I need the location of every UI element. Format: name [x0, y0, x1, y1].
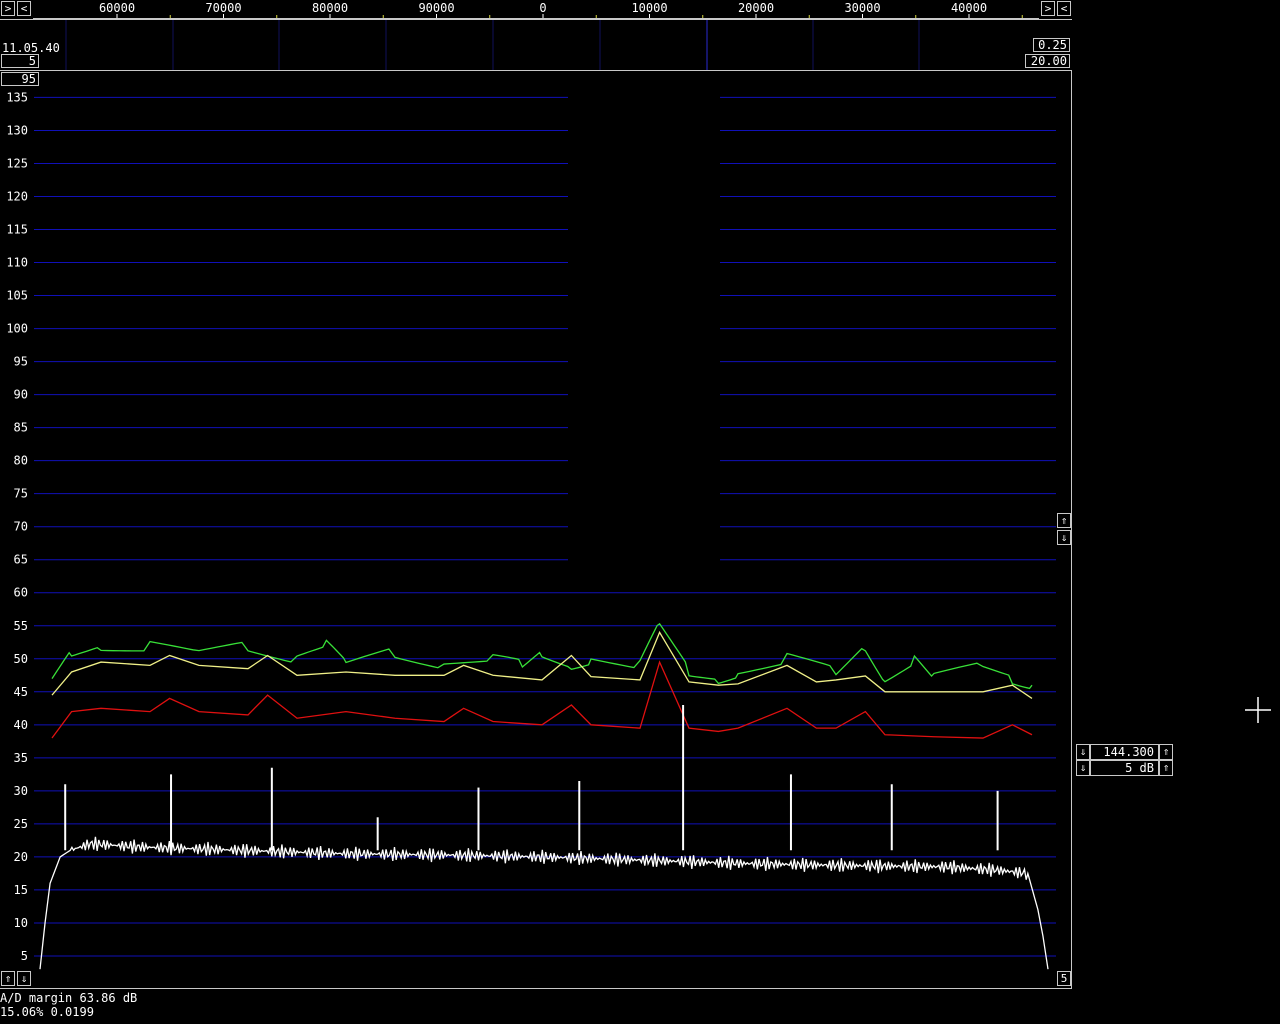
y-tick-label: 110	[6, 256, 28, 270]
frequency-scale[interactable]: 60000 70000 80000 90000 0 10000 20000 30000 4000…	[33, 0, 1039, 19]
y-tick-label: 70	[14, 520, 28, 534]
scroll-right-button-right[interactable]: >	[1041, 1, 1055, 16]
gain-down-button[interactable]: ⇓	[1076, 760, 1090, 776]
spectrum-top-value[interactable]: 95	[1, 72, 39, 86]
y-tick-label: 20	[14, 850, 28, 864]
spectrum-scale-down-button[interactable]: ⇓	[1057, 530, 1071, 545]
frequency-display[interactable]: 144.300	[1090, 744, 1159, 760]
y-tick-label: 115	[6, 223, 28, 237]
y-tick-label: 35	[14, 751, 28, 765]
scale-label: 20000	[738, 1, 774, 15]
scale-label: 60000	[99, 1, 135, 15]
y-tick-label: 50	[14, 652, 28, 666]
percent-status: 15.06% 0.0199	[0, 1005, 94, 1019]
scroll-left-button-right[interactable]: <	[1057, 1, 1071, 16]
gain-up-button[interactable]: ⇑	[1159, 760, 1173, 776]
spectrum-average-line	[51, 630, 1033, 699]
y-tick-label: 15	[14, 883, 28, 897]
waterfall-zero-value[interactable]: 20.00	[1025, 54, 1070, 68]
y-tick-label: 90	[14, 388, 28, 402]
y-tick-label: 40	[14, 718, 28, 732]
waterfall-gain-value[interactable]: 0.25	[1033, 38, 1070, 52]
y-tick-label: 85	[14, 421, 28, 435]
scale-label: 10000	[631, 1, 667, 15]
y-tick-label: 130	[6, 123, 28, 137]
scale-label: 0	[539, 1, 546, 15]
waterfall-area[interactable]: 11.05.40 5 0.25 20.00	[0, 20, 1072, 71]
scale-label: 40000	[951, 1, 987, 15]
gain-display[interactable]: 5 dB	[1090, 760, 1159, 776]
spectrum-min-line	[51, 660, 1033, 739]
y-tick-label: 30	[14, 784, 28, 798]
y-tick-label: 135	[6, 90, 28, 104]
y-tick-label: 45	[14, 685, 28, 699]
y-tick-label: 95	[14, 355, 28, 369]
spectrum-scale-up-button[interactable]: ⇑	[1057, 513, 1071, 528]
scroll-left-button-left[interactable]: <	[17, 1, 31, 16]
spectrum-avg-box[interactable]: 5	[1057, 971, 1071, 986]
top-scale-bar: > < > < 60000 70000 80000 90000 0 10000 20000 3…	[0, 0, 1072, 20]
y-tick-label: 10	[14, 916, 28, 930]
spectrum-panel[interactable]: 135 130 125 120 115 110 105 100 95 90 85 80 75 70 65 60…	[0, 71, 1072, 989]
spectrum-graph: 1351301251201151101051009590858075706560…	[6, 90, 1056, 970]
freq-up-button[interactable]: ⇑	[1159, 744, 1173, 760]
crosshair-cursor-icon	[1245, 697, 1271, 723]
y-tick-label: 120	[6, 189, 28, 203]
spectrum-max-hold-line	[51, 622, 1033, 690]
scale-label: 70000	[205, 1, 241, 15]
scroll-right-button-left[interactable]: >	[1, 1, 15, 16]
y-tick-label: 100	[6, 322, 28, 336]
y-tick-label: 25	[14, 817, 28, 831]
level-up-button[interactable]: ⇑	[1, 971, 15, 986]
waterfall-markers	[65, 20, 920, 70]
freq-control-box: ⇓ 144.300 ⇑ ⇓ 5 dB ⇑	[1076, 744, 1173, 777]
y-tick-label: 55	[14, 619, 28, 633]
y-tick-label: 65	[14, 553, 28, 567]
freq-down-button[interactable]: ⇓	[1076, 744, 1090, 760]
y-tick-label: 5	[21, 949, 28, 963]
y-tick-label: 105	[6, 289, 28, 303]
y-tick-label: 60	[14, 586, 28, 600]
scale-label: 30000	[844, 1, 880, 15]
scale-label: 80000	[312, 1, 348, 15]
ad-margin-status: A/D margin 63.86 dB	[0, 991, 138, 1005]
y-tick-label: 75	[14, 487, 28, 501]
y-tick-label: 125	[6, 156, 28, 170]
waterfall-avg-count[interactable]: 5	[1, 54, 39, 68]
scale-ticks: 60000 70000 80000 90000 0 10000 20000 30000 4000…	[33, 1, 1039, 19]
scale-label: 90000	[418, 1, 454, 15]
y-tick-label: 80	[14, 454, 28, 468]
level-down-button[interactable]: ⇓	[17, 971, 31, 986]
